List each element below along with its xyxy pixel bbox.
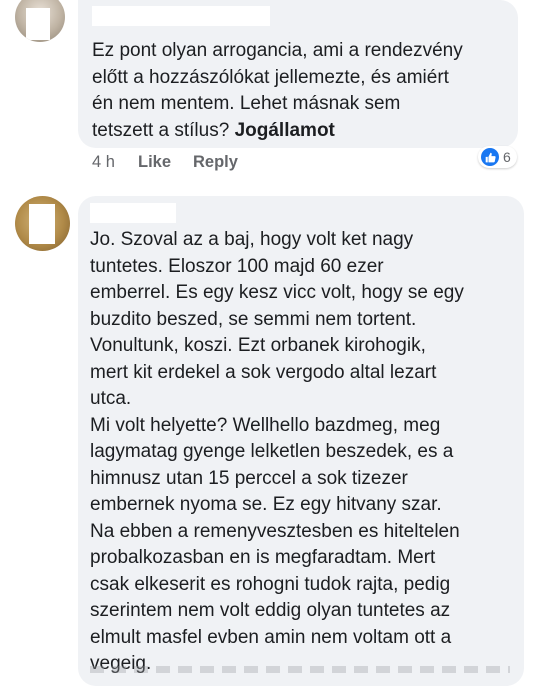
comment-timestamp[interactable]: 4 h: [92, 153, 115, 172]
like-button[interactable]: Like: [138, 153, 171, 172]
reply-button[interactable]: Reply: [193, 153, 238, 172]
avatar-redaction: [26, 8, 50, 40]
like-thumbs-up-icon: [481, 148, 499, 166]
avatar-redaction: [29, 204, 55, 244]
mention-link[interactable]: Jogállamot: [235, 120, 335, 141]
author-name-redaction: [92, 6, 270, 26]
comment-text: Jo. Szoval az a baj, hogy volt ket nagy …: [90, 229, 464, 674]
reaction-count: 6: [503, 149, 511, 165]
author-name-redaction: [90, 203, 176, 223]
avatar[interactable]: [15, 196, 70, 251]
avatar[interactable]: [15, 0, 65, 42]
cut-off-text-line: [90, 666, 510, 673]
reaction-summary[interactable]: 6: [478, 146, 517, 168]
comment-text: Ez pont olyan arrogancia, ami a rendezvé…: [92, 38, 512, 144]
